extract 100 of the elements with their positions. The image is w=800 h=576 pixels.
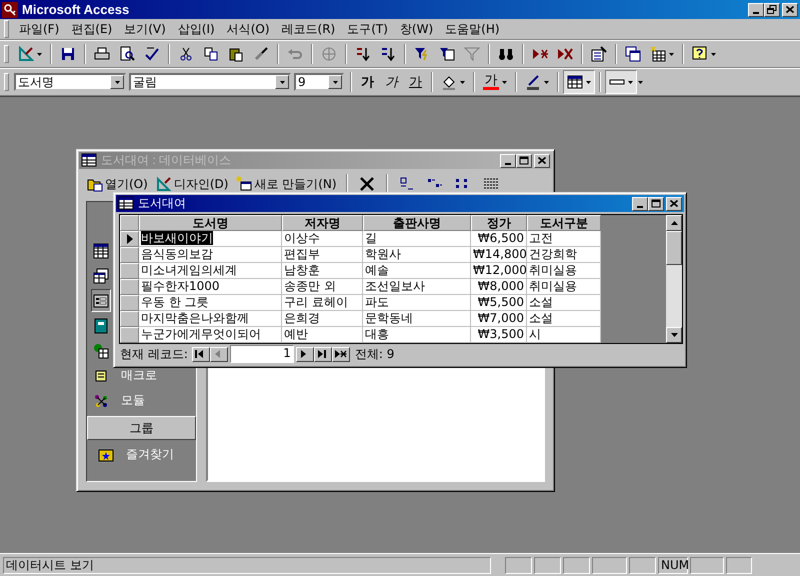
vertical-scrollbar[interactable] [666, 215, 682, 343]
font-combo[interactable]: 굴림 [129, 73, 291, 91]
table-cell: 조선일보사 [363, 279, 471, 295]
status-panel [592, 556, 627, 574]
close-icon [669, 199, 679, 208]
table-cell: 소설 [527, 311, 601, 327]
properties-icon [591, 46, 607, 62]
new-button[interactable]: 새로 만들기(N) [234, 174, 339, 194]
table-cell: 건강희학 [527, 247, 601, 263]
minimize-button[interactable] [632, 196, 648, 210]
funnel-lightning-icon [414, 46, 430, 62]
table-cell: ₩3,500 [471, 327, 527, 343]
binoculars-icon [498, 46, 514, 62]
maximize-icon [651, 198, 661, 208]
gridlines-button[interactable] [563, 70, 595, 94]
table-cell: 길 [363, 231, 471, 247]
record-label: 현재 레코드: [120, 346, 188, 362]
groups-header-button[interactable]: 그룹 [87, 416, 196, 440]
menu-item[interactable]: 삽입(I) [172, 20, 221, 38]
last-record-button[interactable] [314, 346, 332, 362]
menu-item[interactable]: 보기(V) [118, 20, 172, 38]
caret-icon [114, 80, 120, 84]
status-panel [629, 556, 656, 574]
table-cell: 음식동의보감 [139, 247, 282, 263]
caret-icon [502, 80, 507, 84]
object-combo[interactable]: 도서명 [14, 73, 126, 91]
new-record-button[interactable] [332, 346, 350, 362]
menu-item[interactable]: 도움말(H) [439, 20, 506, 38]
query-icon [93, 268, 109, 284]
group-item[interactable]: 즐겨찾기 [87, 442, 196, 467]
table-cell: ₩8,000 [471, 279, 527, 295]
object-label[interactable]: 모듈 [121, 392, 145, 409]
table-cell: 취미실용 [527, 279, 601, 295]
sort-descending-icon [380, 46, 396, 62]
print-preview-icon [119, 46, 135, 62]
status-panel [726, 556, 752, 574]
table-cell: 마지막춤은나와함께 [139, 311, 282, 327]
record-number-field[interactable]: 1 [230, 345, 294, 363]
close-button[interactable] [782, 2, 798, 16]
border-style-button[interactable] [605, 70, 637, 94]
form-icon [93, 292, 109, 308]
column-header[interactable]: 정가 [471, 215, 527, 231]
table-cell: 문학동네 [363, 311, 471, 327]
large-icons-icon [398, 176, 415, 192]
report-icon [93, 318, 109, 334]
minimize-icon [505, 162, 511, 164]
table-cell: 우동 한 그릇 [139, 295, 282, 311]
record-selector[interactable] [120, 231, 139, 247]
table-cell: 고전 [527, 231, 601, 247]
copy-icon [203, 46, 219, 62]
table-cell: ₩14,800 [471, 247, 527, 263]
column-header[interactable]: 저자명 [282, 215, 363, 231]
current-record-icon [126, 234, 132, 244]
table-cell: 은희경 [282, 311, 363, 327]
caret-icon [544, 80, 549, 84]
column-header[interactable]: 도서구분 [527, 215, 601, 231]
status-panel [534, 556, 561, 574]
close-button[interactable] [666, 196, 682, 210]
globe-icon [321, 46, 337, 62]
table-cell: 편집부 [282, 247, 363, 263]
datasheet-icon [81, 152, 97, 168]
maximize-button[interactable] [648, 196, 664, 210]
menu-item[interactable]: 파일(F) [13, 20, 66, 38]
datasheet-icon [118, 196, 134, 212]
page-icon [93, 342, 109, 358]
menu-item[interactable]: 서식(O) [220, 20, 276, 38]
object-item[interactable] [91, 289, 111, 312]
menu-item[interactable]: 도구(T) [341, 20, 394, 38]
menu-item[interactable]: 창(W) [394, 20, 440, 38]
caret-icon [37, 52, 42, 56]
table-cell: 대흥 [363, 327, 471, 343]
first-record-button[interactable] [192, 346, 210, 362]
menu-item[interactable]: 편집(E) [65, 20, 118, 38]
table-cell: ₩12,000 [471, 263, 527, 279]
next-record-button[interactable] [296, 346, 314, 362]
table-cell: 미소녀게임의세계 [139, 263, 282, 279]
caret-icon [711, 52, 716, 56]
table-cell: 소설 [527, 295, 601, 311]
font-size-combo[interactable]: 9 [294, 73, 344, 91]
column-header[interactable]: 도서명 [139, 215, 282, 231]
minimize-icon [753, 12, 759, 14]
restore-button[interactable] [764, 2, 780, 16]
table-cell: 구리 료헤이 [282, 295, 363, 311]
sort-ascending-icon [355, 46, 371, 62]
minimize-button[interactable] [748, 2, 764, 16]
minimize-icon [637, 206, 643, 208]
corner-selector[interactable] [120, 215, 139, 231]
menu-item[interactable]: 레코드(R) [276, 20, 342, 38]
table-cell: 누군가에게무엇이되어 [139, 327, 282, 343]
record-total: 전체: 9 [354, 346, 394, 362]
caret-icon [332, 80, 338, 84]
spelling-icon [144, 46, 160, 62]
column-header[interactable]: 출판사명 [363, 215, 471, 231]
windows-icon [625, 46, 641, 62]
table-cell: ₩7,000 [471, 311, 527, 327]
star-folder-icon [98, 446, 114, 462]
printer-icon [94, 46, 110, 62]
paste-icon [228, 46, 244, 62]
caret-icon [460, 80, 465, 84]
object-label[interactable]: 매크로 [121, 367, 157, 384]
